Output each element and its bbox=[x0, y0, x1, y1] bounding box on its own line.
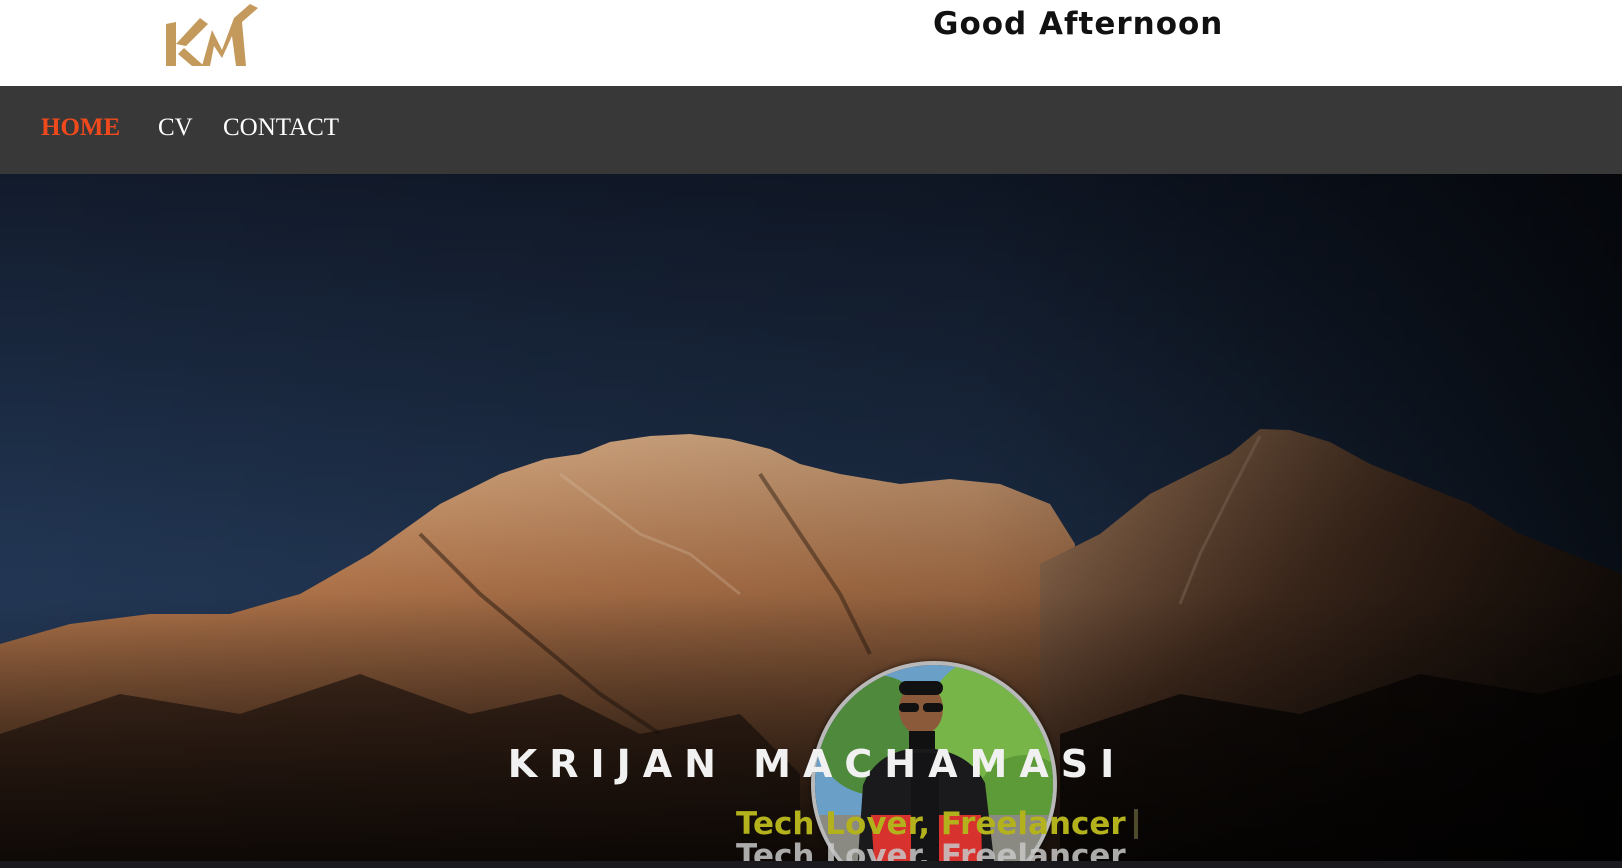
typed-tagline: Tech Lover, Freelancer bbox=[736, 806, 1138, 842]
logo-icon[interactable] bbox=[164, 4, 262, 70]
greeting-text: Good Afternoon bbox=[933, 6, 1224, 42]
main-navbar: HOME CV CONTACT bbox=[0, 86, 1622, 174]
page-bottom-strip bbox=[0, 861, 1622, 868]
nav-cv-link[interactable]: CV bbox=[158, 114, 193, 142]
nav-contact-link[interactable]: CONTACT bbox=[223, 114, 339, 142]
tagline-text: Tech Lover, Freelancer bbox=[736, 806, 1126, 842]
nav-home-link[interactable]: HOME bbox=[41, 114, 120, 142]
hero-banner: KRIJAN MACHAMASI Tech Lover, Freelancer … bbox=[0, 174, 1622, 868]
typing-cursor bbox=[1133, 809, 1138, 839]
top-header: Good Afternoon bbox=[0, 0, 1622, 86]
profile-name: KRIJAN MACHAMASI bbox=[507, 742, 1127, 786]
